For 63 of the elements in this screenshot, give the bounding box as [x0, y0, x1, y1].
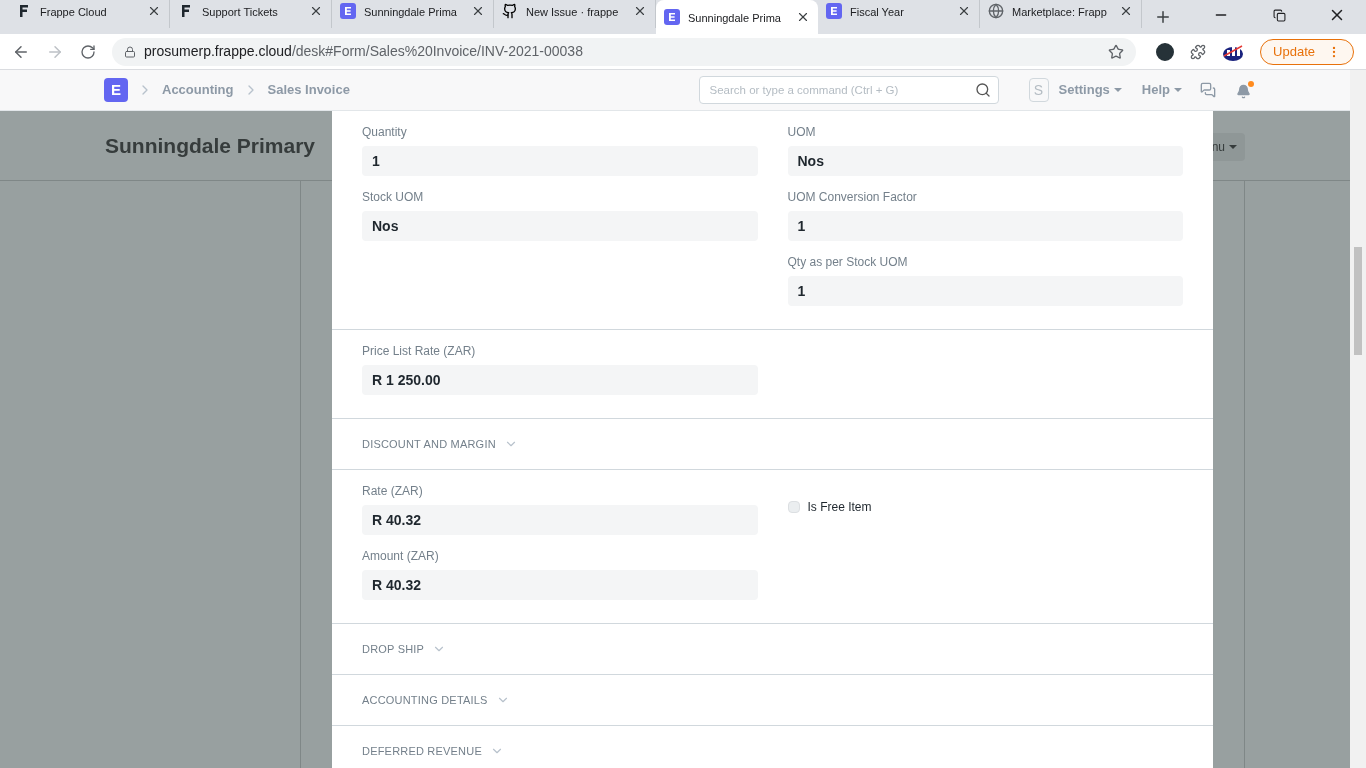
field-label: UOM: [787, 124, 817, 141]
browser-tab[interactable]: Frappe Cloud: [8, 0, 170, 28]
close-icon[interactable]: [147, 4, 161, 18]
page-title: Sunningdale Primary: [105, 132, 316, 159]
section-header[interactable]: DEFERRED REVENUE: [332, 726, 1213, 768]
extensions-icon[interactable]: [1190, 43, 1207, 60]
scrollbar[interactable]: [1350, 70, 1366, 768]
globe-icon: [988, 3, 1004, 19]
github-icon: [502, 3, 518, 19]
section-header[interactable]: ACCOUNTING DETAILS: [332, 675, 1213, 726]
new-tab-icon[interactable]: [1154, 8, 1172, 26]
field-label: UOM Conversion Factor: [787, 189, 918, 206]
close-icon[interactable]: [957, 4, 971, 18]
restore-icon[interactable]: [1273, 8, 1286, 22]
tab-title: Frappe Cloud: [40, 6, 107, 18]
checkbox[interactable]: [787, 501, 800, 513]
close-icon[interactable]: [471, 4, 485, 18]
browser-tab[interactable]: Marketplace: Frapp: [980, 0, 1142, 28]
field-label: Qty as per Stock UOM: [787, 254, 909, 271]
field-label: Price List Rate (ZAR): [362, 343, 477, 360]
extension-icon[interactable]: [1156, 42, 1175, 61]
input-field[interactable]: 1: [787, 211, 1183, 241]
field-label: Quantity: [362, 124, 408, 141]
tab-title: New Issue · frappe: [526, 6, 619, 18]
browser-tab[interactable]: Fiscal Year: [818, 0, 980, 28]
input-field[interactable]: R 40.32: [362, 505, 758, 535]
bookmark-star-icon[interactable]: [1108, 43, 1125, 60]
section-header[interactable]: DROP SHIP: [332, 624, 1213, 675]
notification-icon[interactable]: [1236, 81, 1254, 99]
address-field[interactable]: prosumerp.frappe.cloud/desk#Form/Sales%20Invoice/INV-2021-00038: [112, 37, 1137, 66]
erp-logo-icon: [664, 9, 680, 25]
chat-icon[interactable]: [1200, 82, 1216, 98]
input-field[interactable]: R 40.32: [362, 570, 758, 600]
close-icon[interactable]: [309, 4, 323, 18]
tab-title: Marketplace: Frapp: [1012, 6, 1107, 18]
tab-title: Sunningdale Prima: [688, 12, 781, 24]
input-field[interactable]: R 1 250.00: [362, 365, 758, 395]
lock-icon: [124, 45, 136, 58]
input-field[interactable]: 1: [787, 276, 1183, 306]
tab-title: Sunningdale Prima: [364, 6, 457, 18]
tab-title: Support Tickets: [202, 6, 278, 18]
browser-tab[interactable]: Support Tickets: [170, 0, 332, 28]
tab-title: Fiscal Year: [850, 6, 904, 18]
input-field[interactable]: 1: [362, 146, 758, 176]
input-field[interactable]: Nos: [362, 211, 758, 241]
app-logo[interactable]: E: [104, 78, 128, 102]
erp-logo-icon: [340, 3, 356, 19]
field-label: Amount (ZAR): [362, 548, 440, 565]
search-icon: [974, 82, 991, 98]
field-label: Rate (ZAR): [362, 483, 424, 500]
url-text: prosumerp.frappe.cloud/desk#Form/Sales%20Invoice/INV-2021-00038: [144, 42, 584, 61]
close-icon[interactable]: [796, 10, 810, 24]
reload-icon[interactable]: [80, 43, 96, 60]
input-field[interactable]: Nos: [787, 146, 1183, 176]
search-field[interactable]: Search or type a command (Ctrl + G): [698, 76, 999, 104]
browser-tab[interactable]: Sunningdale Prima: [656, 0, 818, 34]
section-header[interactable]: DISCOUNT AND MARGIN: [332, 419, 1213, 470]
checkbox-label: Is Free Item: [807, 499, 872, 516]
field-label: Stock UOM: [362, 189, 425, 206]
close-icon[interactable]: [633, 4, 647, 18]
close-icon[interactable]: [1119, 4, 1133, 18]
browser-tab[interactable]: Sunningdale Prima: [332, 0, 494, 28]
erp-logo-icon: [826, 3, 842, 19]
